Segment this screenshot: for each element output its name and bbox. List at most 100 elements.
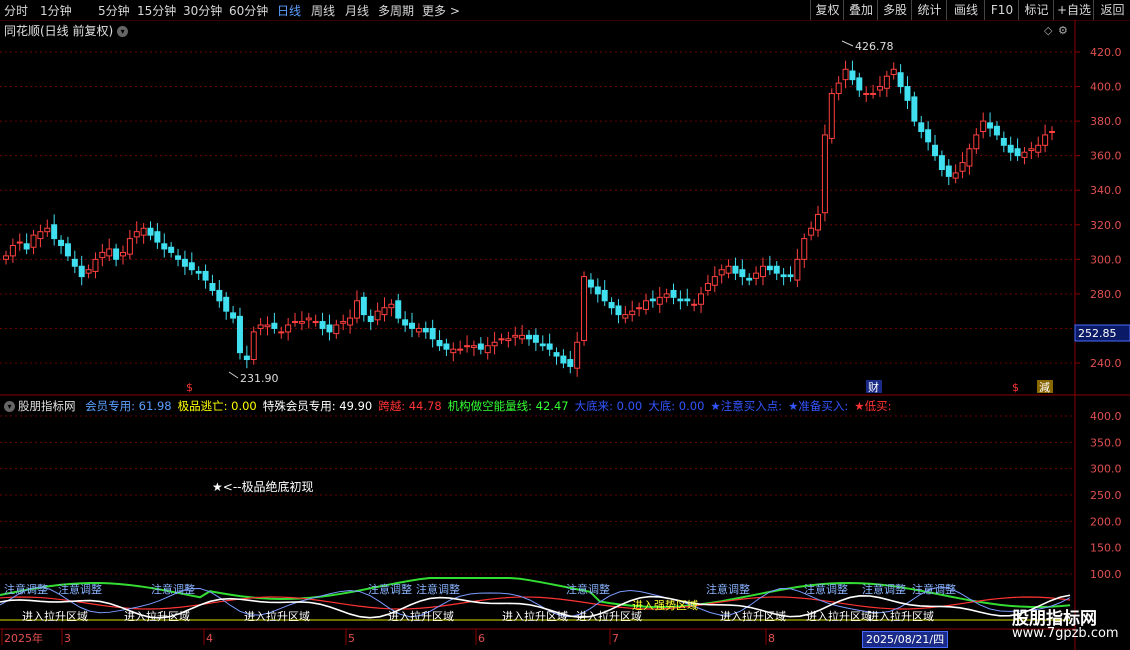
candle-body xyxy=(732,265,739,274)
candle-body xyxy=(987,122,994,129)
zone-label-entry: 进入拉升区域 xyxy=(244,609,310,623)
candle-body xyxy=(243,355,250,361)
candle-body xyxy=(395,300,402,319)
candle-body xyxy=(319,321,326,329)
candle-body xyxy=(567,359,574,367)
candle-body xyxy=(608,302,615,309)
candle-body xyxy=(340,321,347,324)
candle-body xyxy=(188,262,195,271)
candle-body xyxy=(574,341,581,369)
candle-body xyxy=(484,345,491,354)
zone-label-adjust: 注意调整 xyxy=(416,582,460,596)
zone-label-adjust: 注意调整 xyxy=(804,582,848,596)
candle-body xyxy=(285,324,292,333)
indicator-tick-label: 150.0 xyxy=(1090,542,1122,555)
candle-body xyxy=(64,243,71,257)
candle-body xyxy=(195,270,202,274)
candle-body xyxy=(216,289,223,302)
chevron-down-icon[interactable]: ▾ xyxy=(4,401,15,412)
indicator-value-0: 会员专用: 61.98 xyxy=(85,399,172,413)
candle-body xyxy=(292,321,299,324)
price-tick-label: 320.0 xyxy=(1090,219,1122,232)
candle-body xyxy=(161,243,168,250)
finance-marker-2: 财 xyxy=(868,380,879,394)
candle-body xyxy=(698,293,705,305)
candle-body xyxy=(553,352,560,357)
price-tick-label: 360.0 xyxy=(1090,150,1122,163)
candle-body xyxy=(30,234,37,248)
candle-body xyxy=(904,86,911,101)
candle-body xyxy=(99,251,106,259)
candle-body xyxy=(347,317,354,326)
candle-body xyxy=(684,298,691,302)
candle-body xyxy=(415,327,422,333)
kline-chart[interactable]: 420.0 400.0 380.0 360.0 340.0 320.0 300.0 280.0… xyxy=(0,0,1130,650)
indicator-value-4: 机构做空能量线: 42.47 xyxy=(447,399,569,413)
candle-body xyxy=(37,231,44,240)
candlestick-series xyxy=(3,60,1055,377)
candle-body xyxy=(250,331,257,361)
candle-body xyxy=(594,286,601,295)
indicator-tick-label: 250.0 xyxy=(1090,489,1122,502)
candle-body xyxy=(388,303,395,309)
candle-body xyxy=(470,345,477,348)
candle-body xyxy=(691,303,698,306)
price-tick-label: 240.0 xyxy=(1090,357,1122,370)
dollar-marker-2: $ xyxy=(1012,381,1019,394)
candle-body xyxy=(622,314,629,319)
price-axis: 420.0 400.0 380.0 360.0 340.0 320.0 300.0 280.0… xyxy=(1075,46,1122,370)
zone-label-adjust: 注意调整 xyxy=(566,582,610,596)
candle-body xyxy=(409,322,416,329)
candle-body xyxy=(532,334,539,343)
candle-body xyxy=(725,265,732,274)
candle-body xyxy=(1028,148,1035,151)
indicator-value-9: ★低买: xyxy=(854,399,892,413)
candle-body xyxy=(51,224,58,240)
zone-label-adjust: 注意调整 xyxy=(58,582,102,596)
dollar-marker: $ xyxy=(186,381,193,394)
date-tick-label: 7 xyxy=(612,632,619,645)
indicator-legend: ▾ 股朋指标网 会员专用: 61.98 极品逃亡: 0.00 特殊会员专用: 49.9… xyxy=(4,398,903,414)
candle-body xyxy=(436,340,443,347)
candle-body xyxy=(759,265,766,278)
candle-body xyxy=(539,343,546,347)
candle-body xyxy=(175,255,182,260)
candle-body xyxy=(739,269,746,278)
candle-body xyxy=(656,296,663,305)
candle-body xyxy=(1014,148,1021,157)
candle-body xyxy=(780,274,787,278)
candle-body xyxy=(181,258,188,267)
candle-body xyxy=(230,312,237,319)
candle-body xyxy=(85,269,92,274)
candle-body xyxy=(808,227,815,236)
zone-label-adjust: 注意调整 xyxy=(706,582,750,596)
candle-body xyxy=(381,307,388,316)
candle-body xyxy=(477,343,484,350)
candle-body xyxy=(422,327,429,333)
candle-body xyxy=(663,293,670,298)
zone-label-entry: 进入拉升区域 xyxy=(124,609,190,623)
zone-label-strong: 进入强势区域 xyxy=(632,599,698,612)
candle-body xyxy=(649,298,656,302)
candle-body xyxy=(491,341,498,347)
zone-label-adjust: 注意调整 xyxy=(912,582,956,596)
candle-body xyxy=(505,338,512,342)
candle-body xyxy=(367,315,374,323)
candle-body xyxy=(670,289,677,298)
candle-body xyxy=(23,243,30,250)
price-tick-label: 420.0 xyxy=(1090,46,1122,59)
date-tick-label: 5 xyxy=(348,632,355,645)
candle-body xyxy=(828,92,835,139)
candle-body xyxy=(1049,130,1055,133)
candle-body xyxy=(209,283,216,291)
candle-body xyxy=(897,72,904,88)
candle-body xyxy=(278,331,285,334)
date-tick-label: 3 xyxy=(64,632,71,645)
candle-body xyxy=(44,227,51,233)
candle-body xyxy=(1000,137,1007,146)
zone-label-entry: 进入拉升区域 xyxy=(720,609,786,623)
zone-label-adjust: 注意调整 xyxy=(151,582,195,596)
candle-body xyxy=(911,96,918,122)
candle-body xyxy=(842,68,849,81)
candle-body xyxy=(1035,144,1042,153)
